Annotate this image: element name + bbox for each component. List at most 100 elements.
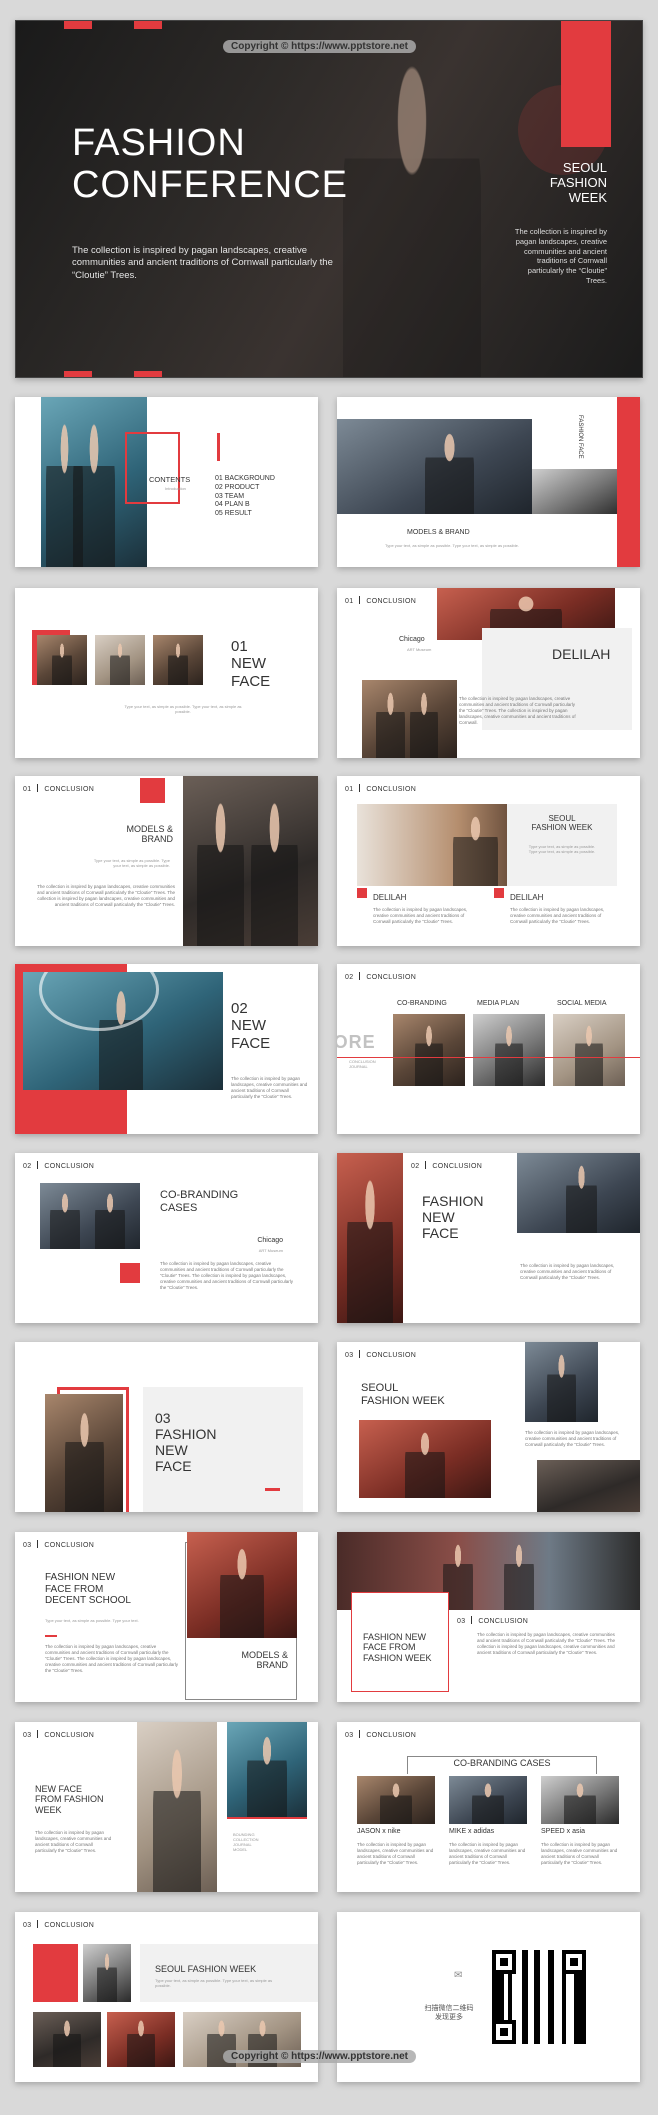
nf2-photo [23, 972, 223, 1090]
fashion-week-face-slide[interactable]: FASHION NEW FACE FROM FASHION WEEK 03 CON… [337, 1532, 640, 1702]
slide-header: 03 CONCLUSION [23, 1730, 94, 1739]
header-label: CONCLUSION [44, 786, 95, 793]
header-separator [37, 784, 39, 792]
header-label: CONCLUSION [366, 598, 417, 605]
cases2-title: CO-BRANDING CASES [453, 1758, 551, 1768]
final-red-block [33, 1944, 78, 2002]
qr-text: 扫描微信二维码 发现更多 [424, 2005, 474, 2022]
contents-item[interactable]: 01 BACKGROUND [215, 475, 275, 484]
contents-item[interactable]: 02 PRODUCT [215, 484, 275, 493]
models-photo-small [532, 469, 622, 514]
slide-header: 02 CONCLUSION [411, 1161, 482, 1170]
cobrand-photo-2 [473, 1014, 545, 1086]
header-label: CONCLUSION [44, 1542, 95, 1549]
nffw-red-accent [227, 1817, 307, 1819]
models-brand-2-slide[interactable]: 01 CONCLUSION MODELS & BRAND Type your te… [15, 776, 318, 946]
contents-item[interactable]: 03 TEAM [215, 493, 275, 502]
watermark-bottom: Copyright © https://www.pptstore.net [223, 2050, 416, 2063]
seoul2-text: The collection is inspired by pagan land… [525, 1430, 620, 1448]
nffw-title: NEW FACE FROM FASHION WEEK [35, 1784, 104, 1815]
cover-side-text: The collection is inspired by pagan land… [514, 227, 607, 285]
cover-slide[interactable]: FASHION CONFERENCE The collection is ins… [15, 20, 643, 378]
cases2-photo-2 [449, 1776, 527, 1824]
seoul2-title: SEOUL FASHION WEEK [361, 1382, 445, 1407]
seoul1-red-square-1 [357, 888, 367, 898]
cases-city: Chicago [257, 1237, 283, 1244]
fashion-new-face-slide[interactable]: 02 CONCLUSION FASHION NEW FACE The collec… [337, 1153, 640, 1323]
header-number: 02 [411, 1163, 420, 1170]
chicago-delilah-slide[interactable]: 01 CONCLUSION DELILAH Chicago ART Museum … [337, 588, 640, 758]
cases2-text-3: The collection is inspired by pagan land… [541, 1842, 618, 1866]
chicago-name: DELILAH [552, 646, 611, 662]
header-separator [471, 1616, 473, 1624]
cases-photo [40, 1183, 140, 1249]
fashion-new-face-03-slide[interactable]: 03 FASHION NEW FACE [15, 1342, 318, 1512]
cobrand-col-2: MEDIA PLAN [477, 1000, 520, 1007]
contents-item[interactable]: 04 PLAN B [215, 501, 275, 510]
nffw-photo-main [137, 1722, 217, 1892]
header-number: 02 [23, 1163, 32, 1170]
nffw-text: The collection is inspired by pagan land… [35, 1830, 112, 1854]
decent-sub: Type your text, as simple as possible. T… [45, 1618, 139, 1623]
chicago-photo-bottom [362, 680, 457, 758]
decent-school-slide[interactable]: 03 CONCLUSION FASHION NEW FACE FROM DECEN… [15, 1532, 318, 1702]
cobrand-red-line [337, 1057, 640, 1058]
co-branding-cases-slide[interactable]: 02 CONCLUSION CO-BRANDING CASES Chicago A… [15, 1153, 318, 1323]
nffw-side-text: BOUNDING COLLECTION JOURNAL MODEL [233, 1832, 259, 1852]
header-separator [37, 1920, 39, 1928]
new-face-02-slide[interactable]: 02 NEW FACE The collection is inspired b… [15, 964, 318, 1134]
contents-slide[interactable]: CONTENTS Introduction 01 BACKGROUND 02 P… [15, 397, 318, 567]
new-face-fashion-week-slide[interactable]: 03 CONCLUSION NEW FACE FROM FASHION WEEK … [15, 1722, 318, 1892]
qr-finder-tr [562, 1950, 586, 1974]
nf2-title: 02 NEW FACE [231, 1000, 271, 1052]
header-number: 01 [345, 598, 354, 605]
header-label: CONCLUSION [366, 1732, 417, 1739]
cases2-brand-3: SPEED x asia [541, 1828, 585, 1835]
seoul1-text-1: The collection is inspired by pagan land… [373, 907, 468, 925]
qr-code[interactable] [492, 1950, 586, 2044]
contents-item[interactable]: 05 RESULT [215, 510, 275, 519]
cases2-text-1: The collection is inspired by pagan land… [357, 1842, 434, 1866]
slide-header: 02 CONCLUSION [345, 972, 416, 981]
cover-red-bar-top-left [64, 21, 92, 29]
watermark-top: Copyright © https://www.pptstore.net [223, 40, 416, 53]
contents-red-frame [125, 432, 180, 504]
final-title: SEOUL FASHION WEEK [155, 1964, 257, 1974]
chicago-text: The collection is inspired by pagan land… [459, 696, 576, 726]
cover-red-bar-bottom-left [64, 371, 92, 377]
header-number: 03 [345, 1352, 354, 1359]
cobrand-watermark: PPTSTORE [337, 1032, 376, 1052]
header-separator [425, 1161, 427, 1169]
cobrand-side-label: CONCLUSION JOURNAL [349, 1059, 376, 1069]
header-separator [359, 596, 361, 604]
cover-subtitle: The collection is inspired by pagan land… [72, 245, 333, 281]
models-red-bar [617, 397, 640, 567]
cases-title: CO-BRANDING CASES [160, 1189, 239, 1214]
cases2-text-2: The collection is inspired by pagan land… [449, 1842, 526, 1866]
contents-list: 01 BACKGROUND 02 PRODUCT 03 TEAM 04 PLAN… [215, 475, 275, 519]
new-face-01-slide[interactable]: 01 NEW FACE Type your text, as simple as… [15, 588, 318, 758]
seoul1-text-2: The collection is inspired by pagan land… [510, 907, 605, 925]
slide-header: 01 CONCLUSION [345, 596, 416, 605]
nf1-photo-3 [153, 635, 203, 685]
header-label: CONCLUSION [44, 1922, 95, 1929]
fnf-photo-right [517, 1153, 640, 1233]
cases2-brand-1: JASON x nike [357, 1828, 401, 1835]
seoul-delilah-slide[interactable]: 01 CONCLUSION SEOUL FASHION WEEK Type you… [337, 776, 640, 946]
fwf-title: FASHION NEW FACE FROM FASHION WEEK [363, 1632, 432, 1663]
nf1-text: Type your text, as simple as possible. T… [124, 704, 242, 714]
seoul-fashion-week-slide[interactable]: 03 CONCLUSION SEOUL FASHION WEEK The coll… [337, 1342, 640, 1512]
co-branding-cases-2-slide[interactable]: 03 CONCLUSION CO-BRANDING CASES JASON x n… [337, 1722, 640, 1892]
header-number: 02 [345, 974, 354, 981]
mb2-photo [183, 776, 318, 946]
decent-photo [187, 1532, 297, 1638]
qr-finder-tl [492, 1950, 516, 1974]
mb2-red-square [140, 778, 165, 803]
header-separator [37, 1540, 39, 1548]
nf1-title: 01 NEW FACE [231, 638, 271, 690]
seoul2-photo-bottom [537, 1460, 640, 1512]
header-label: CONCLUSION [44, 1732, 95, 1739]
co-branding-slide[interactable]: 02 CONCLUSION CO-BRANDING MEDIA PLAN SOCI… [337, 964, 640, 1134]
models-brand-slide[interactable]: FASHION FACE MODELS & BRAND Type your te… [337, 397, 640, 567]
nf2-text: The collection is inspired by pagan land… [231, 1076, 308, 1100]
